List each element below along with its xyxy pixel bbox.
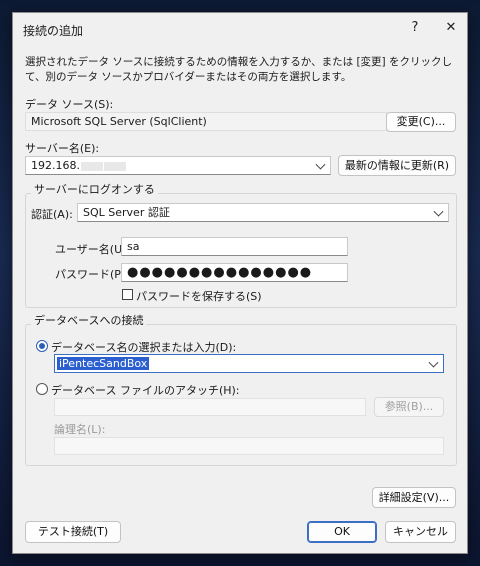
browse-button[interactable]: 参照(B)...	[374, 397, 444, 417]
password-input[interactable]: ●●●●●●●●●●●●●●●	[121, 263, 348, 282]
attach-file-label[interactable]: データベース ファイルのアタッチ(H):	[51, 382, 240, 398]
database-name-value: iPentecSandBox	[57, 357, 150, 370]
username-input[interactable]: sa	[121, 237, 348, 256]
dialog-title: 接続の追加	[23, 24, 84, 38]
chevron-down-icon[interactable]	[315, 159, 326, 170]
data-source-label: データ ソース(S):	[25, 98, 114, 111]
username-label: ユーザー名(U):	[55, 243, 131, 256]
server-name-value: 192.168.	[31, 159, 80, 172]
refresh-button[interactable]: 最新の情報に更新(R)	[338, 155, 456, 176]
redacted-ip	[103, 161, 126, 171]
close-button[interactable]: ✕	[433, 15, 469, 41]
attach-file-radio[interactable]	[36, 383, 48, 395]
save-password-label[interactable]: パスワードを保存する(S)	[136, 288, 262, 304]
advanced-button[interactable]: 詳細設定(V)...	[372, 487, 456, 508]
auth-combobox[interactable]: SQL Server 認証	[77, 203, 449, 222]
auth-label: 認証(A):	[31, 208, 73, 221]
database-group-title: データベースへの接続	[31, 312, 147, 328]
redacted-ip	[80, 161, 103, 171]
attach-file-input[interactable]	[54, 398, 366, 416]
save-password-checkbox[interactable]	[122, 289, 133, 300]
help-button[interactable]: ?	[397, 15, 433, 41]
dialog-description: 選択されたデータ ソースに接続するための情報を入力するか、または [変更] をク…	[25, 56, 452, 83]
auth-value: SQL Server 認証	[83, 206, 170, 219]
logical-name-input[interactable]	[54, 437, 444, 455]
chevron-down-icon[interactable]	[433, 206, 444, 217]
select-database-label[interactable]: データベース名の選択または入力(D):	[51, 339, 236, 355]
select-database-radio[interactable]	[36, 340, 48, 352]
test-connection-button[interactable]: テスト接続(T)	[25, 521, 121, 543]
password-label: パスワード(P):	[55, 268, 129, 281]
add-connection-dialog: 接続の追加 ? ✕ 選択されたデータ ソースに接続するための情報を入力するか、ま…	[12, 12, 468, 554]
ok-button[interactable]: OK	[307, 521, 377, 543]
change-button[interactable]: 変更(C)...	[386, 112, 456, 132]
server-name-combobox[interactable]: 192.168.	[25, 156, 331, 175]
logon-group-title: サーバーにログオンする	[31, 181, 158, 197]
logical-name-label: 論理名(L):	[54, 423, 106, 436]
chevron-down-icon[interactable]	[428, 357, 439, 368]
cancel-button[interactable]: キャンセル	[385, 521, 456, 543]
database-name-combobox[interactable]: iPentecSandBox	[54, 354, 444, 373]
server-name-label: サーバー名(E):	[25, 142, 100, 155]
data-source-field: Microsoft SQL Server (SqlClient)	[25, 112, 387, 131]
